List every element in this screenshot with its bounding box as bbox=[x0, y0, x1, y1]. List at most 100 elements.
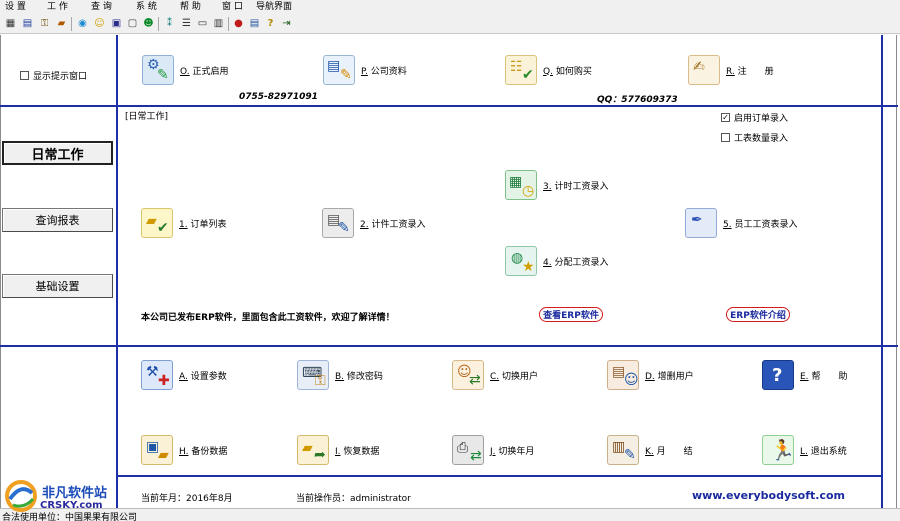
order-list-key: 1. bbox=[179, 219, 188, 230]
menu-window[interactable]: 窗 口 bbox=[222, 1, 243, 13]
clock-doc-icon: ▦ ◷ bbox=[505, 170, 537, 200]
exit-label: 退出系统 bbox=[810, 446, 847, 457]
help-key: E. bbox=[800, 371, 809, 382]
time-wage-label: 计时工资录入 bbox=[554, 181, 609, 192]
add-user-label: 增删用户 bbox=[657, 371, 694, 382]
menu-navigation[interactable]: 导航界面 bbox=[256, 1, 292, 13]
toolbar: ▦ ▤ ⚿ ▰ ◉ ☺ ▣ ▢ ☻ ⁑ ☰ ▭ ▥ ● ▤ ? ⇥ bbox=[0, 14, 900, 34]
current-operator: 当前操作员：administrator bbox=[296, 494, 411, 504]
apple-icon[interactable]: ● bbox=[232, 17, 245, 30]
staff-wage-item[interactable]: ✒ 5. 员工工资表录入 bbox=[685, 208, 797, 238]
monitor-icon[interactable]: ▭ bbox=[196, 17, 209, 30]
blueprint-icon: ⚙ ✎ bbox=[142, 55, 174, 85]
company-icon: ▤ ✎ bbox=[323, 55, 355, 85]
start-using-item[interactable]: ⚙ ✎ O. 正式启用 bbox=[142, 55, 228, 85]
key-icon[interactable]: ⚿ bbox=[38, 17, 51, 30]
list-icon[interactable]: ☰ bbox=[180, 17, 193, 30]
table-icon[interactable]: ▤ bbox=[21, 17, 34, 30]
switch-month-label: 切换年月 bbox=[498, 446, 535, 457]
backup-item[interactable]: ▣ ▰ H. 备份数据 bbox=[141, 435, 227, 465]
website-link[interactable]: www.everybodysoft.com bbox=[692, 489, 845, 502]
add-remove-user-item[interactable]: ▤ ☺ D. 增删用户 bbox=[607, 360, 694, 390]
piece-wage-item[interactable]: ▤ ✎ 2. 计件工资录入 bbox=[322, 208, 425, 238]
how-to-buy-item[interactable]: ☷ ✔ Q. 如何购买 bbox=[505, 55, 592, 85]
erp-intro-button[interactable]: ERP软件介绍 bbox=[726, 307, 790, 322]
layout-icon[interactable]: ▥ bbox=[212, 17, 225, 30]
checkbox-box[interactable] bbox=[721, 133, 730, 142]
params-key: A. bbox=[179, 371, 188, 382]
alloc-wage-item[interactable]: ◍ ★ 4. 分配工资录入 bbox=[505, 246, 608, 276]
piece-wage-key: 2. bbox=[360, 219, 369, 230]
password-label: 修改密码 bbox=[346, 371, 383, 382]
phone-number: 0755-82971091 bbox=[239, 92, 318, 102]
menu-bar: 设 置 工 作 查 询 系 统 帮 助 窗 口 导航界面 bbox=[0, 0, 900, 14]
folder-arrow-icon: ▰ ➦ bbox=[297, 435, 329, 465]
month-end-key: K. bbox=[645, 446, 654, 457]
keyboard-icon: ⌨ ⚿ bbox=[297, 360, 329, 390]
company-info-item[interactable]: ▤ ✎ P. 公司资料 bbox=[323, 55, 407, 85]
menu-system[interactable]: 系 统 bbox=[136, 1, 157, 13]
basic-settings-button[interactable]: 基础设置 bbox=[2, 274, 113, 298]
show-tips-checkbox[interactable]: 显示提示窗口 bbox=[20, 69, 87, 82]
enable-order-label: 启用订单录入 bbox=[734, 114, 789, 124]
tree-icon[interactable]: ⁑ bbox=[163, 17, 176, 30]
password-key: B. bbox=[335, 371, 345, 382]
month-end-item[interactable]: ▥ ✎ K. 月 结 bbox=[607, 435, 693, 465]
running-man-icon: 🏃 bbox=[762, 435, 795, 465]
exit-icon[interactable]: ⇥ bbox=[280, 17, 293, 30]
erp-note: 本公司已发布ERP软件，里面包含此工资软件，欢迎了解详情！ bbox=[141, 313, 395, 323]
grid-icon[interactable]: ▦ bbox=[4, 17, 17, 30]
exit-system-item[interactable]: 🏃 L. 退出系统 bbox=[762, 435, 847, 465]
switch-month-item[interactable]: ⎙ ⇄ J. 切换年月 bbox=[452, 435, 534, 465]
cake-icon[interactable]: ▰ bbox=[55, 17, 68, 30]
time-wage-key: 3. bbox=[543, 181, 552, 192]
qq-number: QQ：577609373 bbox=[597, 95, 678, 105]
query-reports-button[interactable]: 查询报表 bbox=[2, 208, 113, 232]
month-end-label: 月 结 bbox=[656, 446, 693, 457]
daily-work-button[interactable]: 日常工作 bbox=[2, 141, 113, 165]
switch-user-item[interactable]: ☺ ⇄ C. 切换用户 bbox=[452, 360, 538, 390]
help-item[interactable]: ? E. 帮 助 bbox=[762, 360, 847, 390]
alloc-wage-label: 分配工资录入 bbox=[554, 257, 609, 268]
checkbox-box[interactable] bbox=[20, 71, 29, 80]
backup-label: 备份数据 bbox=[191, 446, 228, 457]
emoji-icon[interactable]: ☻ bbox=[142, 17, 155, 30]
order-list-item[interactable]: ▰ ✔ 1. 订单列表 bbox=[141, 208, 226, 238]
globe-icon[interactable]: ◉ bbox=[76, 17, 89, 30]
buy-label: 如何购买 bbox=[555, 66, 592, 77]
section-title: [日常工作] bbox=[125, 112, 169, 122]
order-list-label: 订单列表 bbox=[190, 219, 227, 230]
set-params-item[interactable]: ⚒ ✚ A. 设置参数 bbox=[141, 360, 227, 390]
menu-query[interactable]: 查 询 bbox=[91, 1, 112, 13]
alloc-wage-key: 4. bbox=[543, 257, 552, 268]
calendar-icon[interactable]: ▣ bbox=[110, 17, 123, 30]
start-label: 正式启用 bbox=[192, 66, 229, 77]
ledger-icon: ▥ ✎ bbox=[607, 435, 639, 465]
restore-key: I. bbox=[335, 446, 341, 457]
help-icon[interactable]: ? bbox=[264, 17, 277, 30]
status-bar: 合法使用单位：中国果果有限公司 bbox=[0, 508, 900, 521]
company-key: P. bbox=[361, 66, 368, 77]
document-icon[interactable]: ▤ bbox=[248, 17, 261, 30]
start-key: O. bbox=[180, 66, 190, 77]
menu-settings[interactable]: 设 置 bbox=[5, 1, 26, 13]
folder-icon: ▰ ✔ bbox=[141, 208, 173, 238]
switch-user-key: C. bbox=[490, 371, 500, 382]
smiley-icon[interactable]: ☺ bbox=[93, 17, 106, 30]
company-label: 公司资料 bbox=[370, 66, 407, 77]
process-qty-checkbox[interactable]: 工表数量录入 bbox=[721, 131, 788, 144]
change-password-item[interactable]: ⌨ ⚿ B. 修改密码 bbox=[297, 360, 383, 390]
staff-wage-label: 员工工资表录入 bbox=[734, 219, 798, 230]
view-erp-button[interactable]: 查看ERP软件 bbox=[539, 307, 603, 322]
time-wage-item[interactable]: ▦ ◷ 3. 计时工资录入 bbox=[505, 170, 608, 200]
checkbox-checked[interactable]: ✓ bbox=[721, 113, 730, 122]
menu-work[interactable]: 工 作 bbox=[47, 1, 68, 13]
restore-item[interactable]: ▰ ➦ I. 恢复数据 bbox=[297, 435, 379, 465]
pen-icon: ✍ bbox=[688, 55, 720, 85]
enable-order-checkbox[interactable]: ✓ 启用订单录入 bbox=[721, 111, 788, 124]
backup-key: H. bbox=[179, 446, 189, 457]
help-label: 帮 助 bbox=[811, 371, 848, 382]
register-item[interactable]: ✍ R. 注 册 bbox=[688, 55, 774, 85]
menu-help[interactable]: 帮 助 bbox=[180, 1, 201, 13]
window-icon[interactable]: ▢ bbox=[126, 17, 139, 30]
